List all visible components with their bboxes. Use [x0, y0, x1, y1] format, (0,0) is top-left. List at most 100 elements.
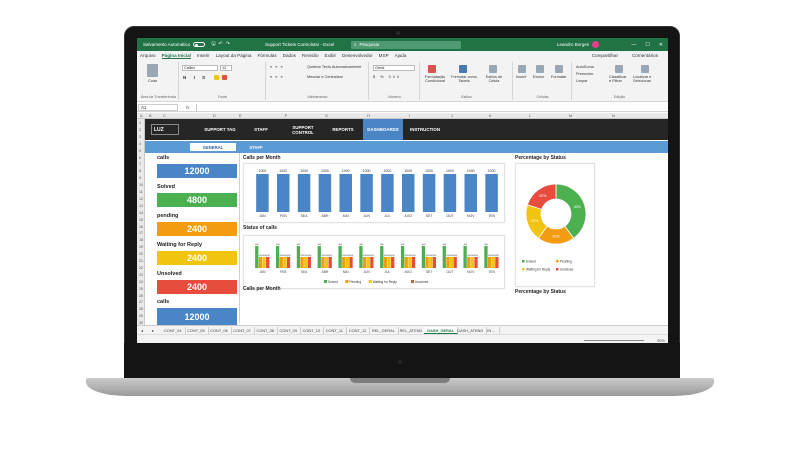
- nav-item[interactable]: INSTRUCTION: [405, 119, 445, 140]
- row-number[interactable]: 14: [139, 211, 143, 215]
- align-icons[interactable]: ≡ ≡ ≡: [270, 65, 284, 69]
- clear-button[interactable]: Limpar: [576, 79, 588, 83]
- avatar[interactable]: [592, 41, 600, 48]
- sheet-tab[interactable]: CONT_08: [253, 327, 278, 334]
- find-select-icon[interactable]: [641, 65, 649, 73]
- column-letter[interactable]: K: [489, 114, 492, 118]
- row-number[interactable]: 21: [139, 259, 143, 263]
- row-number[interactable]: 15: [139, 218, 143, 222]
- row-number[interactable]: 23: [139, 273, 143, 277]
- row-number[interactable]: 26: [139, 294, 143, 298]
- column-letter[interactable]: D: [213, 114, 216, 118]
- menu-item[interactable]: Página Inicial: [161, 53, 191, 59]
- format-table-button[interactable]: Formatar como Tabela: [451, 75, 477, 83]
- menu-item[interactable]: Fórmulas: [257, 53, 276, 58]
- format-cells-icon[interactable]: [555, 65, 563, 73]
- sheet-tab[interactable]: CONT_06: [207, 327, 232, 334]
- paste-icon[interactable]: [147, 64, 158, 77]
- sheet-tab[interactable]: CONT_05: [184, 327, 209, 334]
- row-number[interactable]: 1: [139, 121, 141, 125]
- insert-cells-button[interactable]: Inserir: [516, 75, 527, 79]
- delete-cells-button[interactable]: Excluir: [533, 75, 544, 79]
- quick-access-toolbar[interactable]: 🖫↶↷: [211, 41, 233, 49]
- row-number[interactable]: 3: [139, 135, 141, 139]
- sheet-tab[interactable]: DASH_GERAL: [424, 327, 459, 334]
- menu-item[interactable]: Revisão: [302, 53, 319, 58]
- delete-cells-icon[interactable]: [536, 65, 544, 73]
- user-account[interactable]: Leandro Borges: [557, 41, 600, 48]
- name-box[interactable]: A1: [138, 103, 178, 111]
- menu-item[interactable]: Layout da Página: [216, 53, 252, 58]
- nav-item[interactable]: DASHBOARDS: [363, 119, 403, 140]
- row-number[interactable]: 5: [139, 149, 141, 153]
- font-size-select[interactable]: 12: [220, 65, 232, 71]
- sheet-tab[interactable]: CONT_11: [323, 327, 347, 334]
- wrap-text-button[interactable]: Quebrar Texto Automaticamente: [307, 65, 361, 69]
- sheet-tab[interactable]: CONT_07: [230, 327, 255, 334]
- number-format-icons[interactable]: $ % 000: [373, 75, 401, 79]
- sort-filter-icon[interactable]: [615, 65, 623, 73]
- row-number[interactable]: 29: [139, 314, 143, 318]
- menu-item[interactable]: MSP: [379, 53, 389, 58]
- sheet-tab[interactable]: IN ...: [484, 327, 500, 334]
- row-number[interactable]: 9: [139, 176, 141, 180]
- menu-item[interactable]: Exibir: [325, 53, 337, 58]
- row-number[interactable]: 10: [139, 183, 143, 187]
- nav-item[interactable]: SUPPORT TAG: [200, 119, 240, 140]
- sheet-tab[interactable]: CONT_10: [300, 327, 325, 334]
- row-number[interactable]: 25: [139, 287, 143, 291]
- row-number[interactable]: 24: [139, 280, 143, 284]
- row-number[interactable]: 13: [139, 204, 143, 208]
- fill-button[interactable]: Preencher: [576, 72, 594, 76]
- row-number[interactable]: 6: [139, 156, 141, 160]
- row-number[interactable]: 11: [139, 190, 143, 194]
- column-letter[interactable]: E: [239, 114, 242, 118]
- zoom-slider[interactable]: [584, 339, 644, 341]
- insert-cells-icon[interactable]: [518, 65, 526, 73]
- format-table-icon[interactable]: [459, 65, 467, 73]
- formula-input[interactable]: [195, 103, 668, 111]
- row-number[interactable]: 19: [139, 245, 143, 249]
- cell-styles-icon[interactable]: [489, 65, 497, 73]
- function-icon[interactable]: fx: [186, 105, 190, 110]
- row-number[interactable]: 28: [139, 307, 143, 311]
- format-cells-button[interactable]: Formatar: [551, 75, 566, 79]
- nav-item[interactable]: REPORTS: [325, 119, 361, 140]
- font-style-buttons[interactable]: N I S: [183, 75, 208, 80]
- row-number[interactable]: 7: [139, 162, 141, 166]
- font-color-icon[interactable]: [222, 75, 227, 80]
- column-letter[interactable]: A: [140, 114, 143, 118]
- tab-general[interactable]: GENERAL: [190, 143, 236, 151]
- row-number[interactable]: 27: [139, 300, 143, 304]
- row-number[interactable]: 17: [139, 231, 143, 235]
- nav-item[interactable]: STAFF: [247, 119, 275, 140]
- close-icon[interactable]: ✕: [659, 42, 663, 48]
- row-number[interactable]: 12: [139, 197, 143, 201]
- row-number[interactable]: 18: [139, 238, 143, 242]
- row-number[interactable]: 20: [139, 252, 143, 256]
- sheet-tab[interactable]: DASH_ATEND: [454, 327, 488, 334]
- merge-center-button[interactable]: Mesclar e Centralizar: [307, 75, 343, 79]
- autosum-button[interactable]: AutoSoma: [576, 65, 594, 69]
- row-number[interactable]: 4: [139, 142, 141, 146]
- row-number[interactable]: 22: [139, 266, 143, 270]
- column-letter[interactable]: M: [569, 114, 572, 118]
- column-letter[interactable]: C: [163, 114, 166, 118]
- autosave-toggle[interactable]: [193, 42, 206, 47]
- highlight-icon[interactable]: [214, 75, 219, 80]
- menu-item[interactable]: Arquivo: [140, 53, 156, 58]
- menu-item[interactable]: Inserir: [197, 53, 210, 58]
- menu-item[interactable]: Ajuda: [395, 53, 407, 58]
- maximize-icon[interactable]: ☐: [645, 42, 649, 48]
- column-letter[interactable]: F: [285, 114, 287, 118]
- comments-button[interactable]: Comentários: [632, 53, 658, 58]
- column-letter[interactable]: B: [149, 114, 152, 118]
- conditional-format-icon[interactable]: [428, 65, 436, 73]
- row-number[interactable]: 2: [139, 128, 141, 132]
- sheet-tab[interactable]: REL_ATEND: [397, 327, 427, 334]
- sheet-tab[interactable]: CONT_04: [161, 327, 186, 334]
- column-letter[interactable]: L: [529, 114, 531, 118]
- nav-item[interactable]: SUPPORT CONTROL: [283, 119, 323, 140]
- search-box[interactable]: ⌕ Pesquisar: [351, 40, 461, 49]
- cell-styles-button[interactable]: Estilos de Célula: [481, 75, 507, 83]
